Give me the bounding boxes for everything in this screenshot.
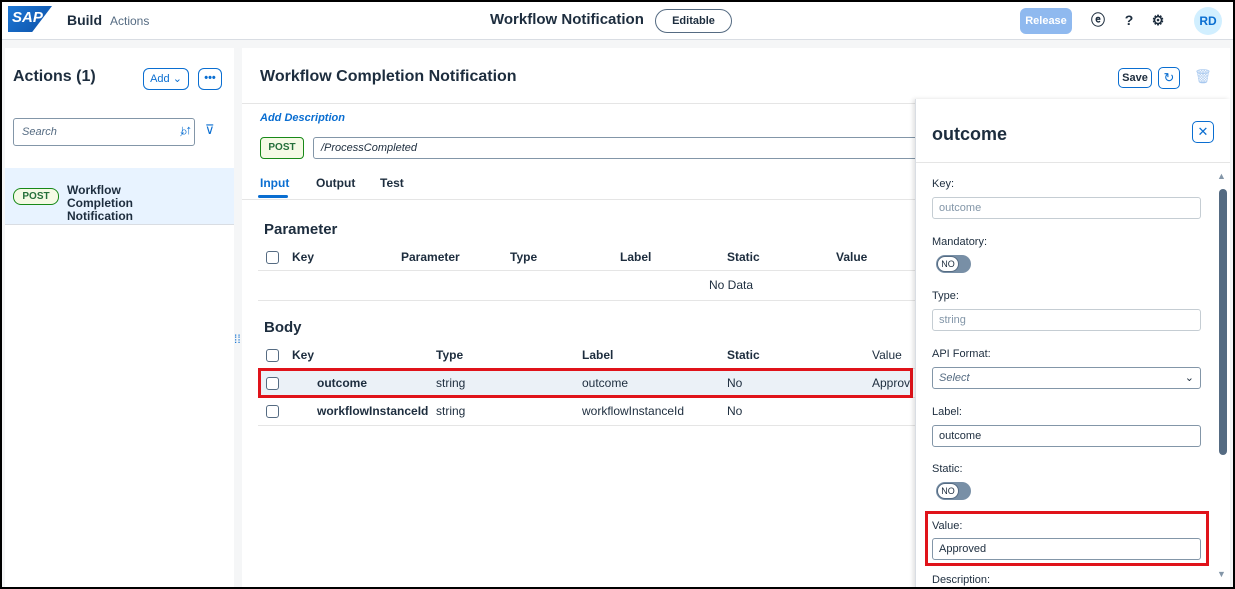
filter-icon[interactable]: ⊽ <box>205 122 215 138</box>
column-header[interactable]: Key <box>292 250 314 264</box>
static-toggle[interactable]: NO <box>936 482 971 500</box>
tab-output[interactable]: Output <box>316 176 355 190</box>
mandatory-label: Mandatory: <box>932 236 988 248</box>
description-label: Description: <box>932 574 991 586</box>
cell-label: workflowInstanceId <box>582 404 685 418</box>
column-header[interactable]: Type <box>510 250 537 264</box>
divider <box>258 270 918 271</box>
brand-name[interactable]: Build <box>67 12 102 28</box>
cell-key: workflowInstanceId <box>317 404 429 418</box>
column-header[interactable]: Key <box>292 348 314 362</box>
more-options-button[interactable]: ••• <box>198 68 222 90</box>
divider <box>258 300 918 301</box>
release-button[interactable]: Release <box>1020 8 1072 34</box>
post-method-badge: POST <box>13 188 59 205</box>
sort-icon[interactable]: ↓↑ <box>179 122 192 137</box>
cell-static: No <box>727 404 743 418</box>
parameter-select-all-checkbox[interactable] <box>266 251 279 264</box>
api-format-value: Select <box>939 372 970 384</box>
actions-title: Actions (1) <box>13 68 96 85</box>
shell-bar: SAP Build Actions Workflow Notification … <box>2 2 1233 40</box>
search-placeholder: Search <box>22 126 57 138</box>
type-input[interactable]: string <box>932 309 1201 331</box>
splitter-handle-icon[interactable]: ⁞⁞ <box>234 332 241 346</box>
close-icon[interactable]: ✕ <box>1192 121 1214 143</box>
chevron-down-icon: ⌄ <box>1184 372 1194 384</box>
toggle-knob: NO <box>937 256 959 272</box>
highlight-box-row <box>258 368 913 398</box>
toggle-knob: NO <box>937 483 959 499</box>
endpoint-input[interactable]: /ProcessCompleted <box>313 137 923 159</box>
column-header[interactable]: Value <box>836 250 867 264</box>
body-select-all-checkbox[interactable] <box>266 349 279 362</box>
settings-icon[interactable]: ⚙ <box>1148 10 1168 30</box>
column-header[interactable]: Type <box>436 348 463 362</box>
highlight-box-value <box>925 511 1209 566</box>
field-detail-panel: outcome ✕ Key: outcome Mandatory: NO Typ… <box>915 99 1230 587</box>
column-header[interactable]: Parameter <box>401 250 460 264</box>
key-label: Key: <box>932 178 955 190</box>
active-tab-indicator <box>258 195 288 198</box>
main-header: Workflow Completion Notification Save ↻ … <box>242 48 1230 104</box>
list-item[interactable]: POST Workflow Completion Notification <box>5 168 234 225</box>
add-button[interactable]: Add ⌄ <box>143 68 189 90</box>
notification-icon[interactable]: ⓔ <box>1088 10 1108 30</box>
column-header[interactable]: Value <box>872 348 902 362</box>
no-data-text: No Data <box>709 278 754 292</box>
divider <box>258 425 918 426</box>
detail-title: outcome <box>932 124 1008 144</box>
divider <box>916 162 1230 163</box>
sap-logo[interactable]: SAP <box>8 6 52 32</box>
key-input[interactable]: outcome <box>932 197 1201 219</box>
api-format-select[interactable]: Select ⌄ <box>932 367 1201 389</box>
static-label: Static: <box>932 463 963 475</box>
app-frame: SAP Build Actions Workflow Notification … <box>2 2 1233 587</box>
api-format-label: API Format: <box>932 348 991 360</box>
cell-type: string <box>436 404 466 418</box>
add-description-link[interactable]: Add Description <box>260 112 345 124</box>
column-header[interactable]: Label <box>620 250 651 264</box>
page-title: Workflow Completion Notification <box>260 68 517 85</box>
column-header[interactable]: Static <box>727 348 760 362</box>
actions-sidebar: Actions (1) Add ⌄ ••• Search ⌕ ↓↑ ⊽ POST… <box>5 48 234 587</box>
tab-test[interactable]: Test <box>380 176 404 190</box>
scroll-down-icon[interactable]: ▼ <box>1217 569 1226 579</box>
type-label: Type: <box>932 290 959 302</box>
help-icon[interactable]: ? <box>1119 10 1139 30</box>
label-input[interactable]: outcome <box>932 425 1201 447</box>
brand-subtitle: Actions <box>110 14 150 28</box>
user-avatar[interactable]: RD <box>1194 7 1222 35</box>
row-checkbox[interactable] <box>266 405 279 418</box>
add-button-label: Add <box>150 73 170 85</box>
editable-status-pill: Editable <box>655 9 732 33</box>
app-title: Workflow Notification <box>490 11 644 28</box>
save-button[interactable]: Save <box>1118 68 1152 88</box>
column-header[interactable]: Static <box>727 250 760 264</box>
search-input[interactable]: Search ⌕ <box>13 118 195 146</box>
parameter-section-title: Parameter <box>264 221 338 238</box>
scrollbar-thumb[interactable] <box>1219 189 1227 455</box>
mandatory-toggle[interactable]: NO <box>936 255 971 273</box>
scroll-up-icon[interactable]: ▲ <box>1217 171 1226 181</box>
delete-icon[interactable]: 🗑 <box>1194 68 1212 85</box>
body-section-title: Body <box>264 319 302 336</box>
method-select[interactable]: POST <box>260 137 304 159</box>
chevron-down-icon: ⌄ <box>172 73 182 85</box>
list-item-label: Workflow Completion Notification <box>67 183 133 223</box>
column-header[interactable]: Label <box>582 348 613 362</box>
label-label: Label: <box>932 406 962 418</box>
revert-icon[interactable]: ↻ <box>1158 67 1180 89</box>
tab-input[interactable]: Input <box>260 176 289 190</box>
